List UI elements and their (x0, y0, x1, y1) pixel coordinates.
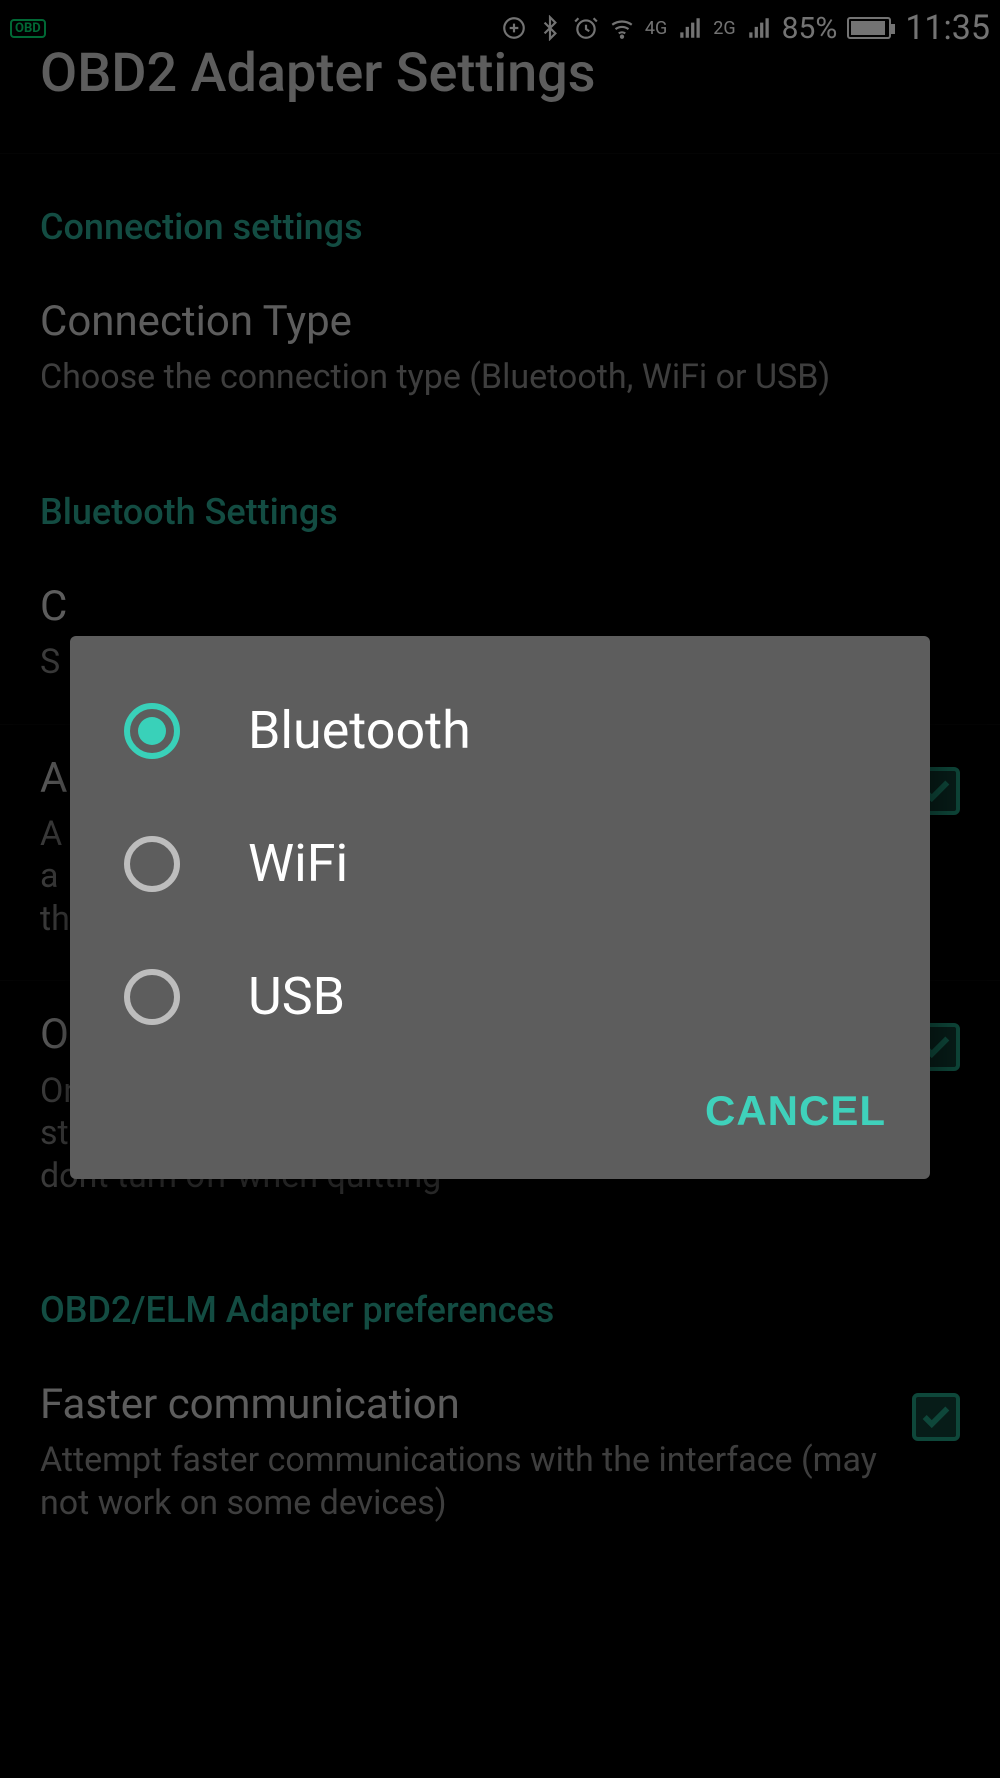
radio-option-wifi[interactable]: WiFi (70, 797, 930, 930)
cancel-button[interactable]: CANCEL (705, 1087, 886, 1135)
radio-label: Bluetooth (248, 700, 471, 761)
radio-label: WiFi (248, 833, 348, 894)
radio-option-bluetooth[interactable]: Bluetooth (70, 664, 930, 797)
radio-option-usb[interactable]: USB (70, 930, 930, 1063)
connection-type-dialog: Bluetooth WiFi USB CANCEL (70, 636, 930, 1179)
radio-unselected-icon (124, 836, 180, 892)
radio-unselected-icon (124, 969, 180, 1025)
radio-label: USB (248, 966, 345, 1027)
radio-selected-icon (124, 703, 180, 759)
dialog-actions: CANCEL (70, 1063, 930, 1179)
